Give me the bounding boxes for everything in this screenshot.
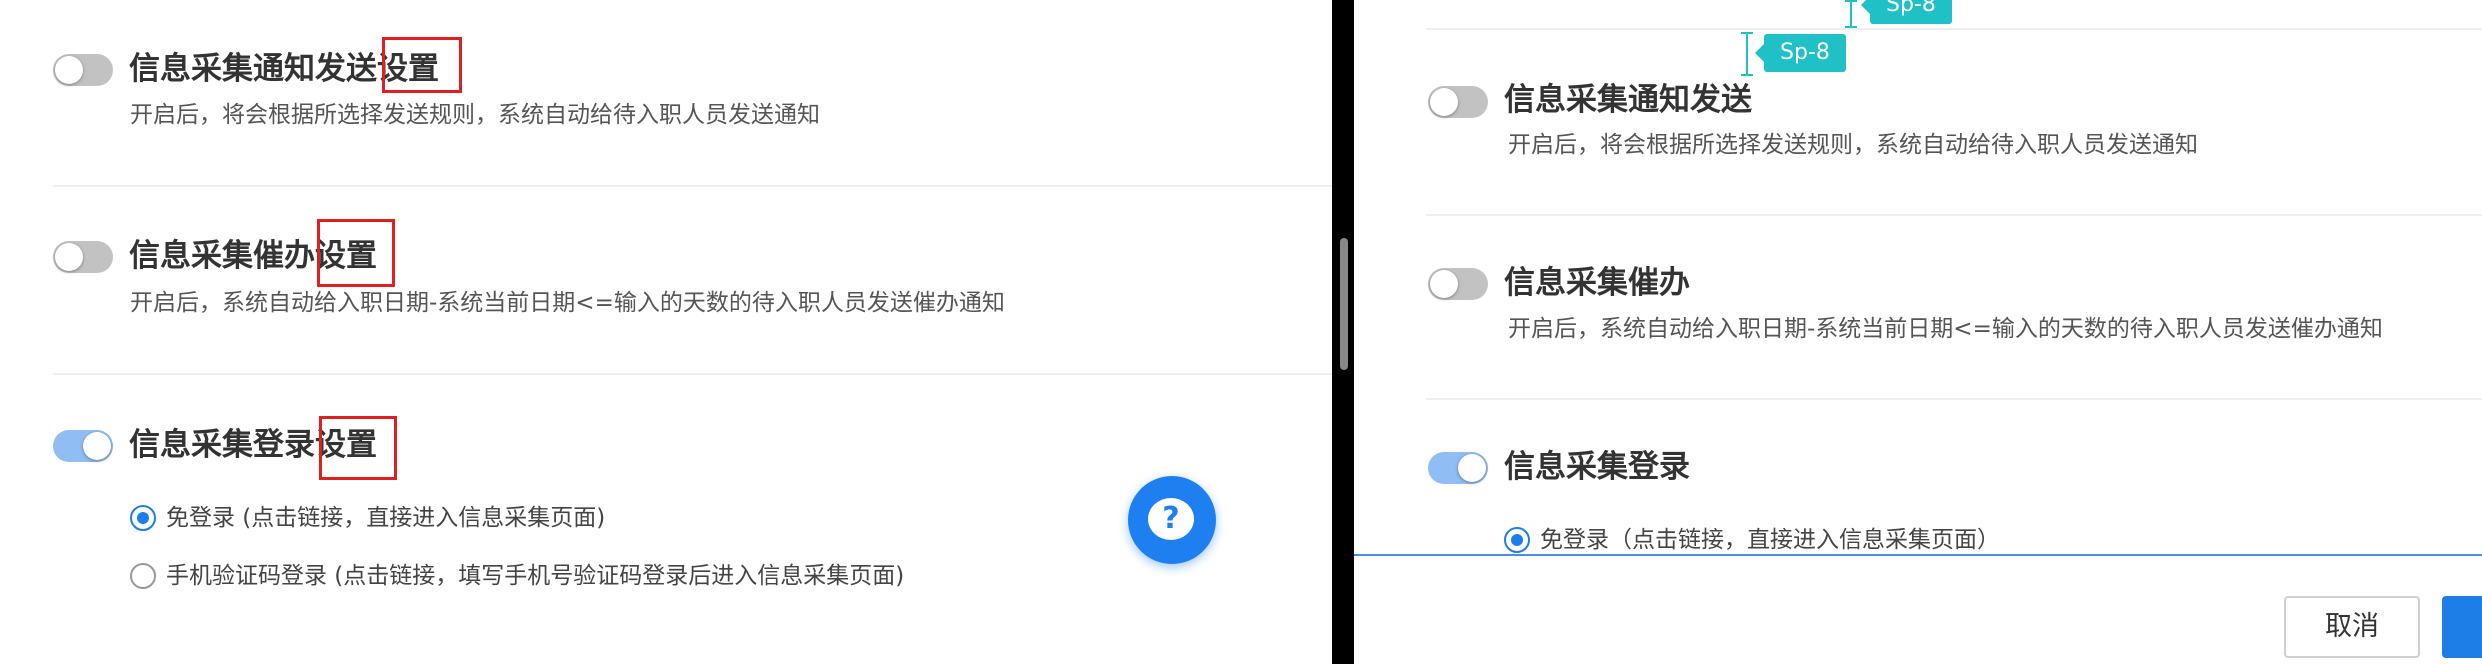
footer-divider [1354,554,2482,556]
setting-description: 开启后，系统自动给入职日期-系统当前日期<=输入的天数的待入职人员发送催办通知 [1508,316,2383,342]
setting-description: 开启后，将会根据所选择发送规则，系统自动给待入职人员发送通知 [1508,132,2198,158]
notify-toggle[interactable] [53,54,113,86]
setting-description: 开启后，将会根据所选择发送规则，系统自动给待入职人员发送通知 [130,102,820,128]
setting-title-text: 信息采集催办 [129,238,315,274]
separator [53,373,1332,375]
cancel-button[interactable]: 取消 [2284,596,2420,658]
no-login-radio[interactable] [130,505,156,531]
toggle-knob [1458,454,1486,482]
sms-login-label[interactable]: 手机验证码登录 (点击链接，填写手机号验证码登录后进入信息采集页面) [166,561,904,591]
spacing-marker [1845,0,1857,28]
separator [1426,28,2482,30]
reminder-toggle[interactable] [53,241,113,273]
toggle-knob [83,432,111,460]
setting-description: 开启后，系统自动给入职日期-系统当前日期<=输入的天数的待入职人员发送催办通知 [130,290,1005,316]
spacing-marker [1741,32,1753,76]
scrollbar-thumb[interactable] [1340,238,1348,370]
highlight-box [319,416,397,480]
no-login-label[interactable]: 免登录 (点击链接，直接进入信息采集页面) [166,503,605,533]
right-pane: Sp-8 Sp-8 信息采集通知发送 开启后，将会根据所选择发送规则，系统自动给… [1354,0,2482,664]
separator [1426,398,2482,400]
help-question-icon: ? [1148,498,1194,540]
left-pane: 信息采集通知发送设置 开启后，将会根据所选择发送规则，系统自动给待入职人员发送通… [0,0,1332,664]
no-login-radio[interactable] [1504,527,1530,553]
separator [1426,214,2482,216]
spacing-tag: Sp-8 [1861,0,1952,24]
setting-title: 信息采集通知发送 [1504,82,1752,118]
sms-login-radio[interactable] [130,563,156,589]
highlight-box [382,37,462,93]
setting-title: 信息采集登录 [1504,449,1690,485]
help-button[interactable]: ? [1128,476,1216,564]
separator [53,185,1332,187]
login-toggle[interactable] [53,430,113,462]
toggle-knob [55,243,83,271]
highlight-box [317,219,395,287]
no-login-label[interactable]: 免登录（点击链接，直接进入信息采集页面） [1540,525,2000,555]
notify-toggle[interactable] [1428,86,1488,118]
spacing-tag: Sp-8 [1755,34,1846,72]
setting-title-text: 信息采集通知发送 [129,51,377,87]
reminder-toggle[interactable] [1428,268,1488,300]
toggle-knob [1430,88,1458,116]
toggle-knob [1430,270,1458,298]
toggle-knob [55,56,83,84]
confirm-button[interactable] [2442,596,2482,658]
login-toggle[interactable] [1428,452,1488,484]
setting-title-text: 信息采集登录 [129,427,315,463]
setting-title: 信息采集催办 [1504,265,1690,301]
